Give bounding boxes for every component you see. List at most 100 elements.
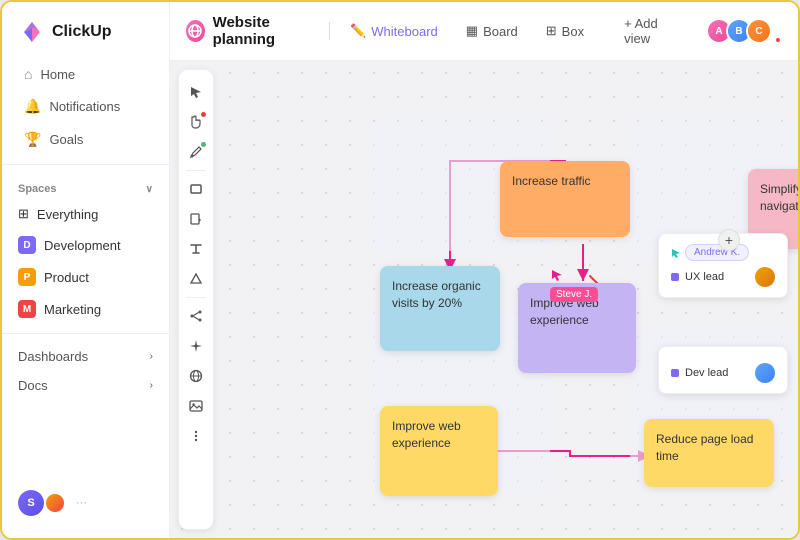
hand-icon xyxy=(189,115,203,129)
pen-icon xyxy=(189,145,203,159)
shapes-icon xyxy=(189,272,203,286)
sticky-note-text: Increase organic visits by 20% xyxy=(392,279,481,310)
toolbar-divider-1 xyxy=(186,170,206,171)
canvas-area[interactable]: Increase traffic Improve web experience … xyxy=(170,61,798,538)
toolbar-divider-2 xyxy=(186,297,206,298)
sidebar-item-everything[interactable]: ⊞ Everything xyxy=(2,200,169,228)
dev-lead-dot xyxy=(671,369,679,377)
dashboards-label: Dashboards xyxy=(18,349,88,364)
sidebar-item-home[interactable]: ⌂ Home xyxy=(8,59,163,89)
user-avatars-group: A B C xyxy=(706,18,782,44)
tool-text[interactable] xyxy=(182,235,210,263)
sticky-note-text: Improve web experience xyxy=(392,419,461,450)
sticky-note-text: Simplify navigation xyxy=(760,182,798,213)
sidebar-item-development[interactable]: D Development xyxy=(2,230,169,260)
cursor-small-icon xyxy=(671,248,681,258)
everything-icon: ⊞ xyxy=(18,206,29,222)
logo-text: ClickUp xyxy=(52,23,112,41)
card-dev-row: Dev lead xyxy=(671,363,775,383)
development-dot: D xyxy=(18,236,36,254)
pen-tool-dot xyxy=(201,142,206,147)
card-dev-lead[interactable]: Dev lead xyxy=(658,346,788,394)
website-planning-icon xyxy=(188,24,202,38)
sticky-note-reduce-load[interactable]: Reduce page load time xyxy=(644,419,774,487)
development-label: Development xyxy=(44,238,121,253)
sidebar-goals-label: Goals xyxy=(49,132,83,147)
sidebar-item-notifications[interactable]: 🔔 Notifications xyxy=(8,91,163,122)
sidebar-item-marketing[interactable]: M Marketing xyxy=(2,294,169,324)
ux-lead-avatar xyxy=(755,267,775,287)
whiteboard-icon: ✏️ xyxy=(350,23,366,39)
marketing-dot: M xyxy=(18,300,36,318)
rect-icon xyxy=(189,182,203,196)
cursor-steve: Steve J. xyxy=(550,268,564,287)
card-lead-row: UX lead xyxy=(671,267,775,287)
tool-nodes[interactable] xyxy=(182,302,210,330)
steve-label: Steve J. xyxy=(550,287,598,302)
tool-sparkle[interactable] xyxy=(182,332,210,360)
home-icon: ⌂ xyxy=(24,66,32,82)
sidebar-divider xyxy=(2,164,169,165)
user-avatar: S xyxy=(18,490,44,516)
tool-note[interactable] xyxy=(182,205,210,233)
docs-chevron: › xyxy=(150,380,153,391)
footer-dots: ··· xyxy=(76,497,87,509)
tool-globe[interactable] xyxy=(182,362,210,390)
marketing-label: Marketing xyxy=(44,302,101,317)
image-icon xyxy=(189,399,203,413)
product-label: Product xyxy=(44,270,89,285)
page-title: Website planning xyxy=(213,14,318,48)
cursor-icon-steve xyxy=(550,268,564,282)
tool-rect[interactable] xyxy=(182,175,210,203)
sidebar-item-product[interactable]: P Product xyxy=(2,262,169,292)
sparkle-icon xyxy=(189,339,203,353)
sticky-note-increase-traffic[interactable]: Increase traffic xyxy=(500,161,630,237)
sticky-note-organic-visits[interactable]: Increase organic visits by 20% xyxy=(380,266,500,351)
sidebar-item-goals[interactable]: 🏆 Goals xyxy=(8,124,163,155)
tool-pen[interactable] xyxy=(182,138,210,166)
box-label: Box xyxy=(562,24,584,39)
header: Website planning ✏️ Whiteboard ▦ Board ⊞… xyxy=(170,2,798,61)
sidebar-notifications-label: Notifications xyxy=(49,99,120,114)
card-dev-label: Dev lead xyxy=(685,367,728,379)
page-icon xyxy=(186,20,205,42)
tool-image[interactable] xyxy=(182,392,210,420)
app-container: ClickUp ⌂ Home 🔔 Notifications 🏆 Goals S… xyxy=(0,0,800,540)
tool-cursor[interactable] xyxy=(182,78,210,106)
sidebar-item-dashboards[interactable]: Dashboards › xyxy=(2,342,169,371)
sticky-note-text: Reduce page load time xyxy=(656,432,753,463)
dashboards-chevron: › xyxy=(150,351,153,362)
tab-whiteboard[interactable]: ✏️ Whiteboard xyxy=(342,19,446,43)
add-button[interactable]: + xyxy=(718,229,740,251)
user-avatar-2 xyxy=(44,492,66,514)
spaces-section: Spaces ∨ xyxy=(2,173,169,199)
tool-more[interactable] xyxy=(182,422,210,450)
sticky-note-improve-web-2[interactable]: Improve web experience xyxy=(380,406,498,496)
nodes-icon xyxy=(189,309,203,323)
hand-tool-dot xyxy=(201,112,206,117)
bell-icon: 🔔 xyxy=(24,98,41,115)
spaces-chevron: ∨ xyxy=(146,184,153,195)
tab-board[interactable]: ▦ Board xyxy=(458,19,526,43)
avatar-3: C xyxy=(746,18,772,44)
text-icon xyxy=(189,242,203,256)
tool-hand[interactable] xyxy=(182,108,210,136)
board-label: Board xyxy=(483,24,518,39)
tool-shapes[interactable] xyxy=(182,265,210,293)
header-title-area: Website planning xyxy=(186,14,317,48)
tab-box[interactable]: ⊞ Box xyxy=(538,19,592,43)
lead-color-dot xyxy=(671,273,679,281)
product-dot: P xyxy=(18,268,36,286)
add-view-button[interactable]: + Add view xyxy=(616,12,686,50)
add-view-label: + Add view xyxy=(624,16,678,46)
goals-icon: 🏆 xyxy=(24,131,41,148)
sidebar-item-docs[interactable]: Docs › xyxy=(2,371,169,400)
avatar-red-dot xyxy=(774,36,782,44)
note-icon xyxy=(189,212,203,226)
canvas-toolbar xyxy=(178,69,214,530)
more-icon xyxy=(189,429,203,443)
main-content: Website planning ✏️ Whiteboard ▦ Board ⊞… xyxy=(170,2,798,538)
clickup-logo-icon xyxy=(18,18,46,46)
globe-icon xyxy=(189,369,203,383)
logo: ClickUp xyxy=(2,14,169,58)
